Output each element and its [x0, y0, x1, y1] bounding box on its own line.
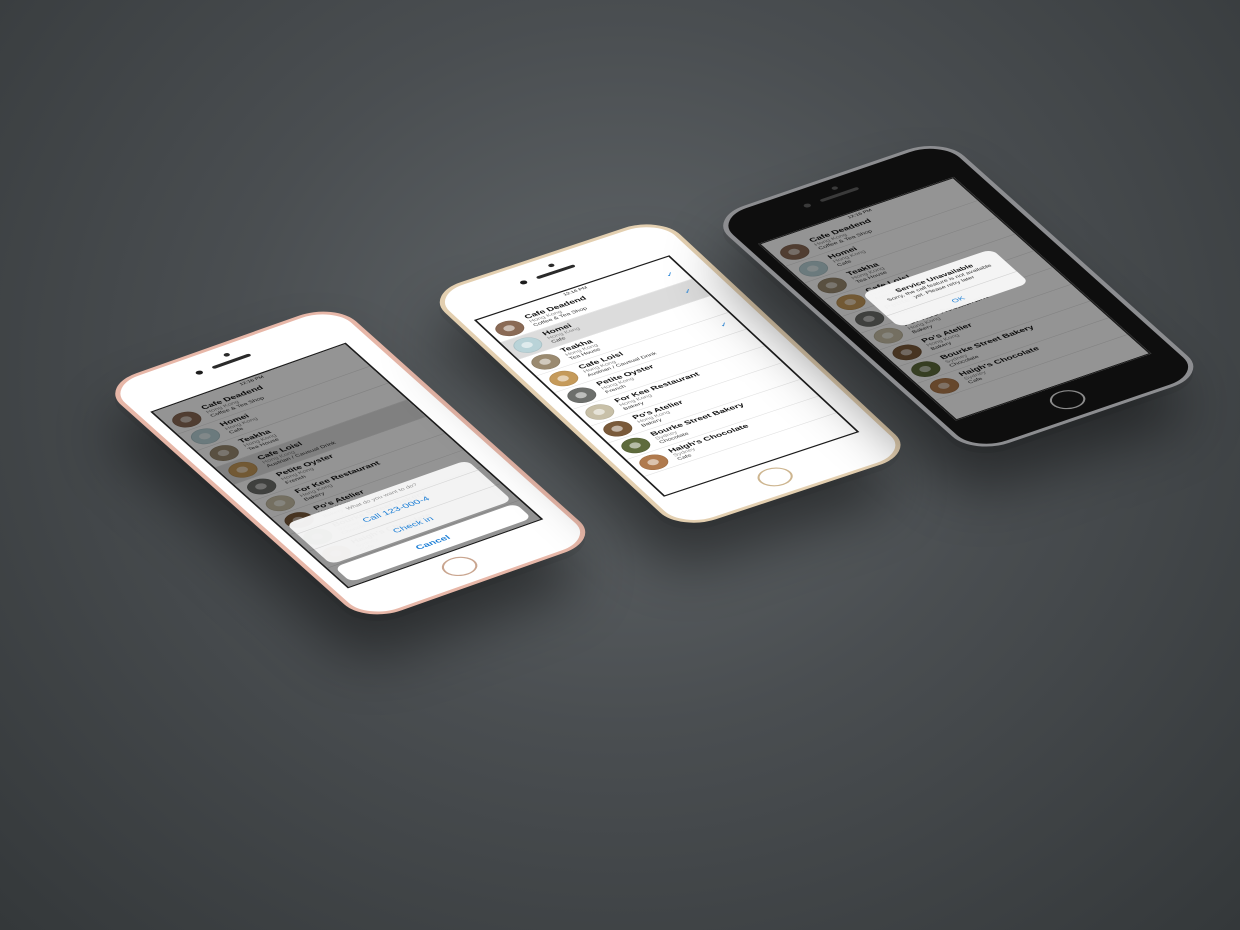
screen: 12:16 PM Cafe Deadend Hong Kong Coffee & T…	[150, 342, 544, 589]
proximity-sensor	[802, 202, 813, 209]
home-button[interactable]	[1043, 386, 1092, 413]
front-camera	[830, 185, 840, 191]
proximity-sensor	[518, 279, 529, 286]
earpiece-speaker	[211, 353, 252, 370]
proximity-sensor	[194, 369, 205, 376]
restaurant-thumbnail	[633, 451, 674, 473]
front-camera	[547, 263, 556, 268]
earpiece-speaker	[819, 186, 860, 203]
earpiece-speaker	[535, 264, 577, 280]
home-button[interactable]	[435, 553, 484, 580]
restaurant-list: Cafe Deadend Hong Kong Coffee & Tea Shop ✓ H…	[482, 262, 837, 477]
front-camera	[222, 352, 232, 358]
home-button[interactable]	[751, 463, 800, 490]
mockup-stage: 12:16 PM Cafe Deadend Hong Kong Coffee & T…	[0, 0, 1240, 930]
checkmark-icon: ✓	[663, 270, 678, 279]
checkmark-icon: ✓	[717, 321, 732, 329]
checkmark-icon: ✓	[681, 287, 696, 296]
